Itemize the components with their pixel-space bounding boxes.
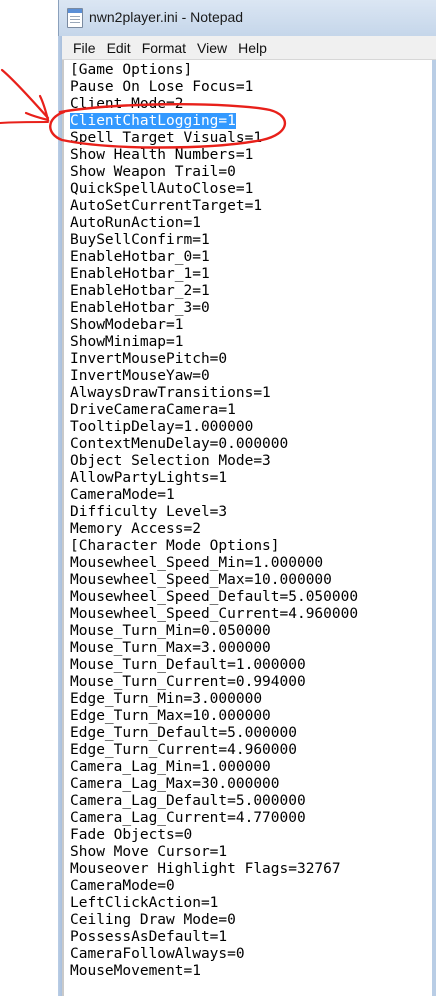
text-line: DriveCameraCamera=1 [70, 402, 236, 418]
text-line: TooltipDelay=1.000000 [70, 419, 254, 435]
text-line: Pause On Lose Focus=1 [70, 79, 254, 95]
text-line: QuickSpellAutoClose=1 [70, 181, 254, 197]
text-line: [Game Options] [70, 62, 193, 78]
text-line: ContextMenuDelay=0.000000 [70, 436, 289, 452]
title-bar[interactable]: nwn2player.ini - Notepad [58, 0, 436, 36]
text-line: InvertMousePitch=0 [70, 351, 228, 367]
window-frame-right [432, 36, 436, 996]
text-line: EnableHotbar_3=0 [70, 300, 210, 316]
menu-bar: File Edit Format View Help [62, 36, 436, 60]
text-line: ShowModebar=1 [70, 317, 184, 333]
text-line: EnableHotbar_1=1 [70, 266, 210, 282]
text-line: [Character Mode Options] [70, 538, 280, 554]
text-line: Difficulty Level=3 [70, 504, 228, 520]
text-line: Mouse_Turn_Min=0.050000 [70, 623, 271, 639]
text-line: Show Health Numbers=1 [70, 147, 254, 163]
text-line: Camera_Lag_Max=30.000000 [70, 776, 280, 792]
text-line: Edge_Turn_Current=4.960000 [70, 742, 297, 758]
annotation-arrow-head [24, 94, 50, 122]
text-line: AlwaysDrawTransitions=1 [70, 385, 271, 401]
selected-text: ClientChatLogging=1 [70, 113, 236, 129]
text-line: Fade Objects=0 [70, 827, 193, 843]
text-line: Mouse_Turn_Default=1.000000 [70, 657, 306, 673]
text-line: AllowPartyLights=1 [70, 470, 228, 486]
text-line: Camera_Lag_Default=5.000000 [70, 793, 306, 809]
text-line: EnableHotbar_0=1 [70, 249, 210, 265]
text-line: Mousewheel_Speed_Max=10.000000 [70, 572, 332, 588]
text-line: Camera_Lag_Current=4.770000 [70, 810, 306, 826]
text-line: Ceiling Draw Mode=0 [70, 912, 236, 928]
text-line: CameraMode=1 [70, 487, 175, 503]
text-line: ShowMinimap=1 [70, 334, 184, 350]
editor-lines: [Game Options] Pause On Lose Focus=1 Clien… [64, 60, 432, 980]
annotation-arrow-line [0, 68, 50, 120]
text-line: Show Weapon Trail=0 [70, 164, 236, 180]
annotation-arrow-tail [0, 121, 49, 124]
text-line: MouseMovement=1 [70, 963, 201, 979]
text-line: Mouse_Turn_Max=3.000000 [70, 640, 271, 656]
text-line: Mouseover Highlight Flags=32767 [70, 861, 341, 877]
text-line: CameraMode=0 [70, 878, 175, 894]
text-line: Spell Target Visuals=1 [70, 130, 263, 146]
menu-help[interactable]: Help [233, 40, 273, 56]
text-line: Mousewheel_Speed_Current=4.960000 [70, 606, 359, 622]
text-line: Mousewheel_Speed_Min=1.000000 [70, 555, 324, 571]
text-line: Edge_Turn_Min=3.000000 [70, 691, 263, 707]
text-line: LeftClickAction=1 [70, 895, 219, 911]
text-line: Mouse_Turn_Current=0.994000 [70, 674, 306, 690]
text-line: Memory Access=2 [70, 521, 201, 537]
text-line: Edge_Turn_Max=10.000000 [70, 708, 271, 724]
menu-file[interactable]: File [68, 40, 102, 56]
text-line: AutoSetCurrentTarget=1 [70, 198, 263, 214]
text-line: AutoRunAction=1 [70, 215, 201, 231]
text-editor[interactable]: [Game Options] Pause On Lose Focus=1 Clien… [64, 60, 432, 996]
text-line: InvertMouseYaw=0 [70, 368, 210, 384]
text-line: Object Selection Mode=3 [70, 453, 271, 469]
text-line: Mousewheel_Speed_Default=5.050000 [70, 589, 359, 605]
window-title: nwn2player.ini - Notepad [89, 9, 244, 25]
text-line: Camera_Lag_Min=1.000000 [70, 759, 271, 775]
text-line: Show Move Cursor=1 [70, 844, 228, 860]
menu-view[interactable]: View [192, 40, 233, 56]
text-line: BuySellConfirm=1 [70, 232, 210, 248]
text-line: EnableHotbar_2=1 [70, 283, 210, 299]
text-line: ClientChatLogging=1 [70, 113, 432, 130]
text-line: CameraFollowAlways=0 [70, 946, 245, 962]
text-line: Edge_Turn_Default=5.000000 [70, 725, 297, 741]
menu-edit[interactable]: Edit [102, 40, 137, 56]
text-line: PossessAsDefault=1 [70, 929, 228, 945]
menu-format[interactable]: Format [137, 40, 192, 56]
notepad-icon [67, 8, 83, 28]
text-line: Client Mode=2 [70, 96, 184, 112]
